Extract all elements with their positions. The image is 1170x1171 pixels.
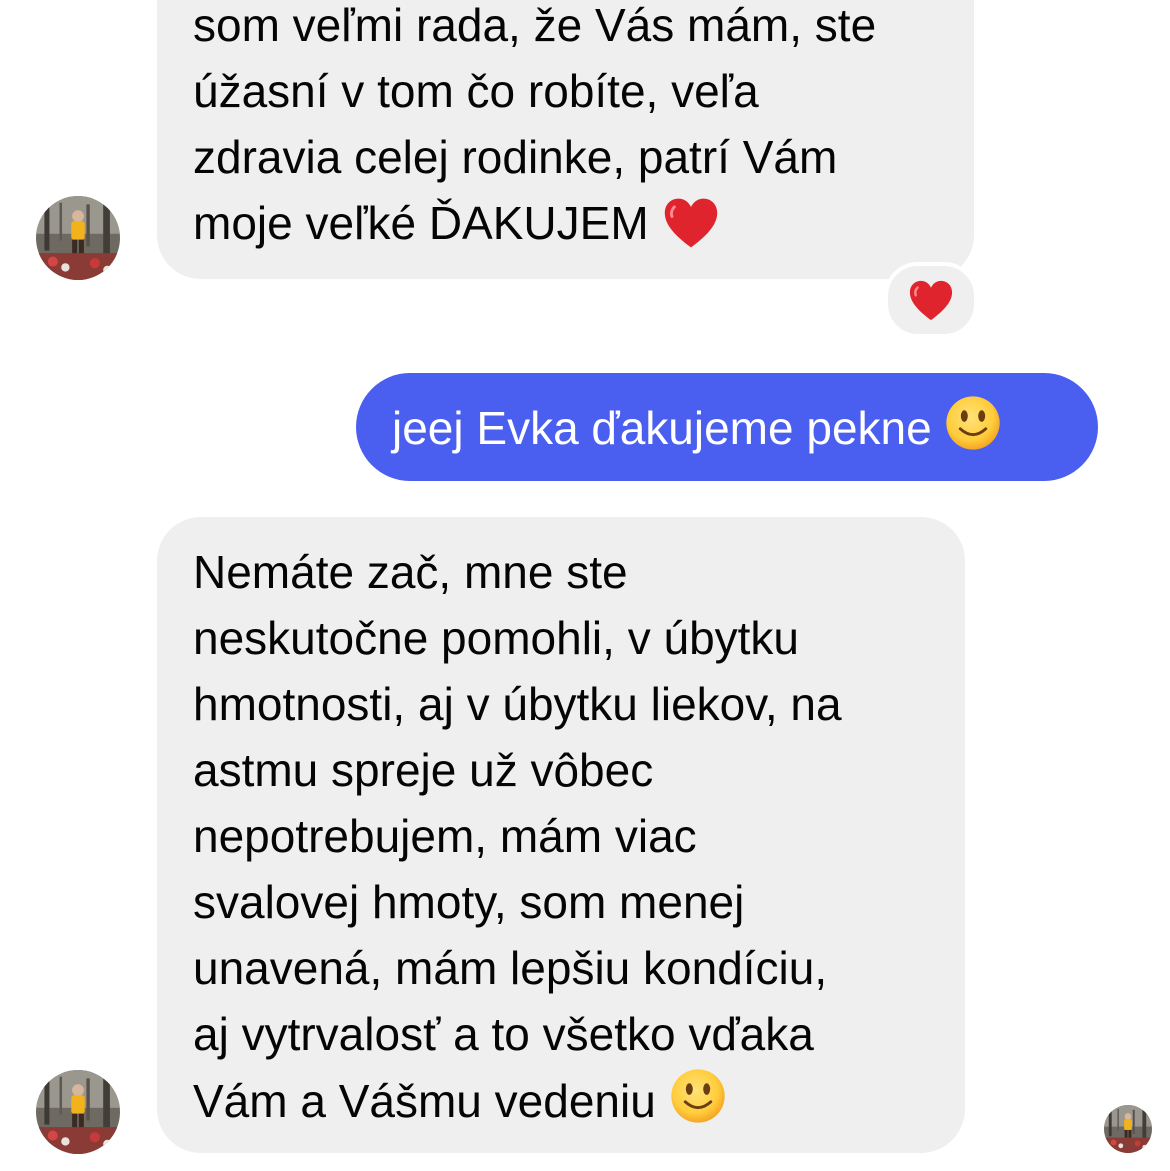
sender-avatar[interactable] <box>36 196 120 280</box>
message-line: zdravia celej rodinke, patrí Vám <box>193 131 838 183</box>
red-heart-icon <box>661 195 721 268</box>
sender-avatar[interactable] <box>36 1070 120 1154</box>
message-line: hmotnosti, aj v úbytku liekov, na <box>193 678 842 730</box>
message-line: som veľmi rada, že Vás mám, ste <box>193 0 877 51</box>
message-line: moje veľké ĎAKUJEM <box>193 197 649 249</box>
message-line: Vám a Vášmu vedeniu <box>193 1075 656 1127</box>
message-line: unavená, mám lepšiu kondíciu, <box>193 942 828 994</box>
seen-receipt-avatar <box>1104 1105 1152 1153</box>
message-line: Nemáte zač, mne ste <box>193 546 628 598</box>
red-heart-icon <box>907 278 955 328</box>
incoming-message-bubble[interactable]: som veľmi rada, že Vás mám, ste úžasní v… <box>157 0 974 279</box>
message-line: nepotrebujem, mám viac <box>193 810 697 862</box>
message-line: úžasní v tom čo robíte, veľa <box>193 65 759 117</box>
message-line: neskutočne pomohli, v úbytku <box>193 612 800 664</box>
slightly-smiling-face-icon <box>944 394 1002 469</box>
message-line: svalovej hmoty, som menej <box>193 876 745 928</box>
slightly-smiling-face-icon <box>669 1067 727 1142</box>
heart-reaction-badge[interactable] <box>884 262 978 338</box>
message-line: aj vytrvalosť a to všetko vďaka <box>193 1008 814 1060</box>
message-line: astmu spreje už vôbec <box>193 744 654 796</box>
chat-thread: som veľmi rada, že Vás mám, ste úžasní v… <box>0 0 1170 1171</box>
message-line: jeej Evka ďakujeme pekne <box>392 402 932 454</box>
outgoing-message-bubble[interactable]: jeej Evka ďakujeme pekne <box>356 373 1098 481</box>
incoming-message-bubble[interactable]: Nemáte zač, mne ste neskutočne pomohli, … <box>157 517 965 1153</box>
